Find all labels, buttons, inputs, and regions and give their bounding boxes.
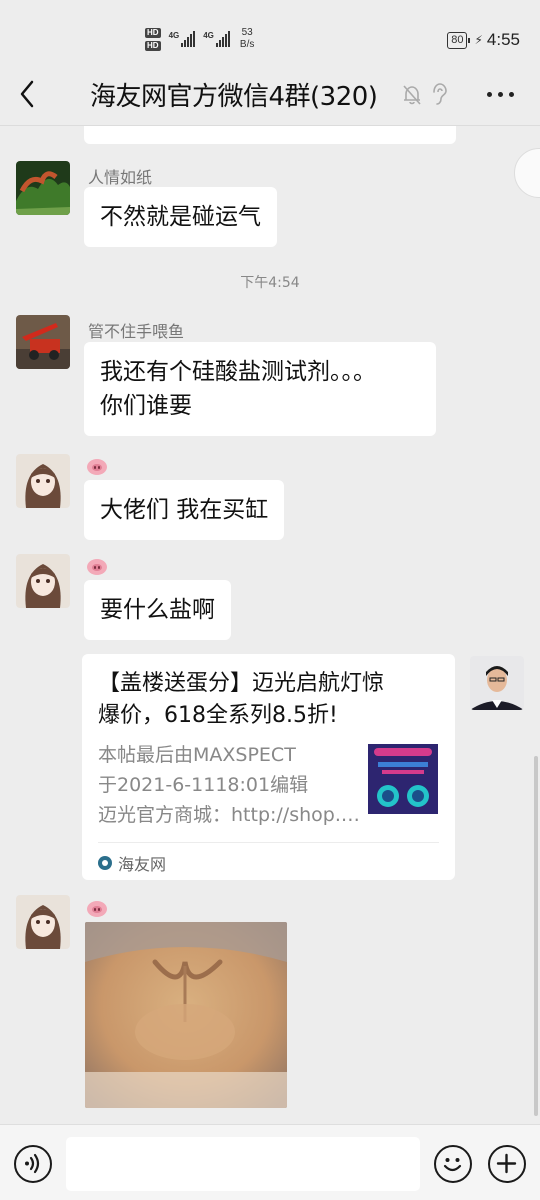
battery-icon: 80 — [447, 31, 471, 49]
avatar[interactable] — [16, 454, 70, 508]
emoji-icon[interactable] — [434, 1145, 472, 1183]
link-card[interactable]: 【盖楼送蛋分】迈光启航灯惊 爆价，618全系列8.5折! 本帖最后由MAXSPE… — [82, 654, 455, 880]
card-description: 本帖最后由MAXSPECT 于2021-6-1118:01编辑 迈光官方商城：h… — [98, 744, 360, 826]
network-speed: 53 B/s — [239, 27, 255, 50]
input-bar — [0, 1124, 540, 1200]
image-message[interactable] — [85, 922, 287, 1108]
signal-icon-1: 4G — [169, 31, 196, 47]
message-list[interactable]: 人情如纸 不然就是碰运气 下午4:54 管不住手喂鱼 我还有个硅酸盐测试剂。。。… — [0, 126, 540, 1124]
bell-off-icon — [402, 84, 422, 110]
timestamp: 下午4:54 — [240, 275, 300, 291]
my-avatar[interactable] — [470, 656, 524, 710]
card-source: 海友网 — [98, 842, 439, 875]
avatar[interactable] — [16, 161, 70, 215]
signal-icon-2: 4G — [203, 31, 230, 47]
avatar[interactable] — [16, 315, 70, 369]
pig-emoji-icon — [87, 459, 107, 475]
message-bubble[interactable]: 要什么盐啊 — [84, 580, 231, 640]
scroll-handle[interactable] — [514, 148, 540, 198]
ear-icon — [430, 82, 448, 110]
hd-badge-1: HD — [145, 27, 161, 38]
chevron-left-icon[interactable] — [14, 78, 42, 110]
site-logo-icon — [98, 856, 112, 870]
message-bubble[interactable]: 我还有个硅酸盐测试剂。。。 你们谁要 — [84, 342, 436, 436]
card-thumbnail — [368, 744, 438, 814]
message-bubble[interactable]: 大佬们 我在买缸 — [84, 480, 285, 540]
pig-emoji-icon — [87, 559, 107, 575]
avatar[interactable] — [16, 554, 70, 608]
status-bar: HD HD 4G 4G 53 B/s 80 ⚡ 4:55 — [0, 0, 540, 62]
sender-name: 管不住手喂鱼 — [88, 322, 185, 341]
sender-name: 人情如纸 — [88, 168, 153, 187]
network-indicators: HD HD 4G 4G 53 B/s — [145, 24, 254, 54]
voice-icon[interactable] — [14, 1145, 52, 1183]
charging-icon: ⚡ — [474, 33, 483, 47]
hd-badge-2: HD — [145, 40, 161, 51]
pig-emoji-icon — [87, 901, 107, 917]
message-line: 我还有个硅酸盐测试剂。。。 — [100, 359, 376, 385]
message-bubble-partial — [84, 126, 456, 144]
status-time: 4:55 — [486, 30, 520, 49]
more-dots-icon[interactable] — [487, 92, 514, 97]
chat-header: 海友网官方微信4群(320) — [0, 62, 540, 126]
plus-icon[interactable] — [488, 1145, 526, 1183]
avatar[interactable] — [16, 895, 70, 949]
card-title: 【盖楼送蛋分】迈光启航灯惊 爆价，618全系列8.5折! — [98, 671, 385, 728]
scrollbar[interactable] — [534, 756, 538, 1116]
message-input[interactable] — [66, 1137, 420, 1191]
card-source-name: 海友网 — [118, 855, 167, 874]
message-bubble[interactable]: 不然就是碰运气 — [84, 187, 277, 247]
chat-title: 海友网官方微信4群(320) — [90, 82, 378, 112]
message-line: 你们谁要 — [100, 393, 192, 419]
